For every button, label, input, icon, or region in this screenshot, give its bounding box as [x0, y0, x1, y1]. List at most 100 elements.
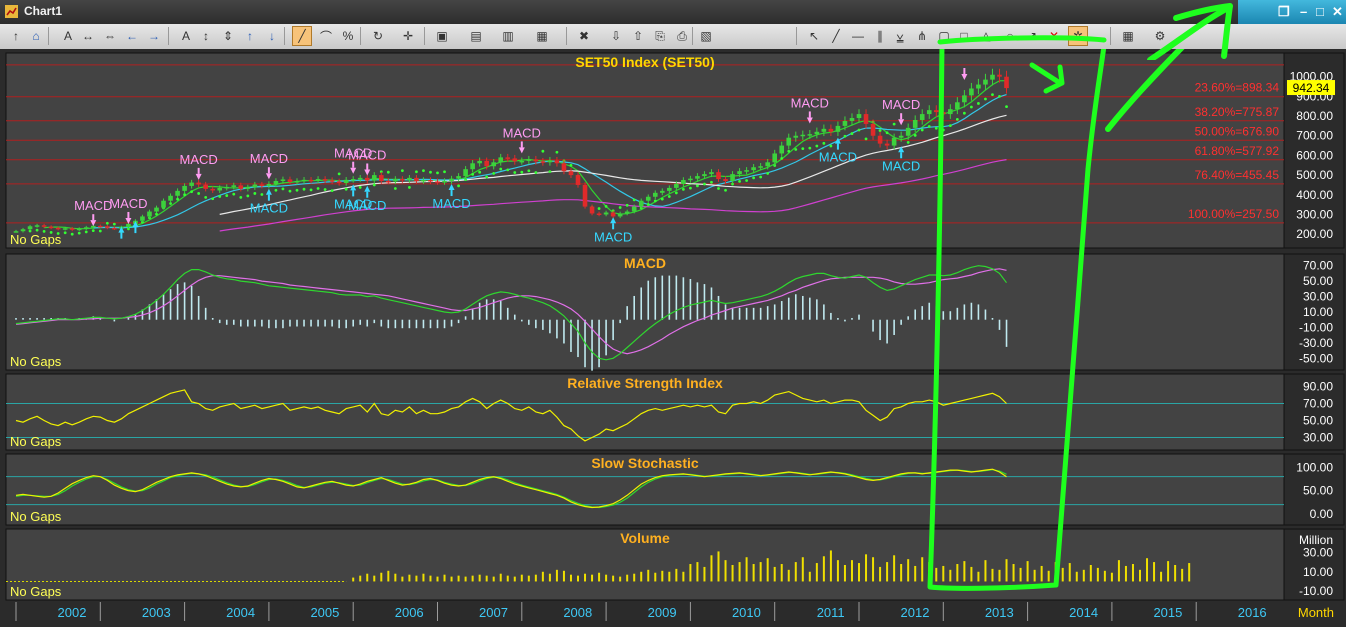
no-gaps-label: No Gaps — [10, 509, 62, 524]
sar-dot — [408, 186, 411, 189]
x-tick-label: 2016 — [1238, 605, 1267, 620]
signal-label: MACD — [819, 150, 857, 165]
candle-body — [175, 190, 180, 196]
candle-body — [456, 176, 461, 179]
sar-dot — [597, 207, 601, 210]
sar-dot — [323, 188, 327, 191]
sar-dot — [738, 180, 741, 183]
candle-body — [561, 163, 567, 172]
sar-dot — [232, 192, 236, 196]
y-tick-label: 50.00 — [1303, 484, 1333, 498]
candle-body — [723, 179, 728, 182]
candle-body — [842, 120, 848, 126]
sar-dot — [906, 141, 910, 144]
candle-body — [322, 179, 328, 181]
sar-dot — [506, 168, 510, 172]
sar-dot — [829, 144, 833, 148]
sar-dot — [625, 203, 629, 207]
y-tick-label: 30.00 — [1303, 431, 1333, 445]
fib-label: 61.80%=577.92 — [1195, 144, 1280, 158]
candle-body — [997, 74, 1002, 77]
sar-dot — [211, 197, 215, 201]
sar-dot — [604, 205, 608, 208]
sar-dot — [843, 134, 847, 138]
sar-dot — [689, 186, 692, 190]
sar-dot — [176, 197, 179, 201]
sar-dot — [766, 172, 770, 175]
sar-dot — [667, 195, 671, 198]
sar-dot — [386, 170, 390, 174]
fib-label: 100.00%=257.50 — [1188, 207, 1279, 221]
sar-dot — [246, 194, 250, 198]
sar-dot — [471, 172, 475, 176]
candle-body — [716, 172, 721, 180]
candle-body — [828, 128, 834, 132]
sar-dot — [63, 231, 67, 235]
sar-dot — [393, 187, 397, 190]
candle-body — [933, 110, 939, 113]
candle-body — [168, 195, 173, 201]
candle-body — [505, 157, 511, 159]
candle-body — [800, 134, 806, 137]
candle-body — [386, 181, 391, 183]
fib-label: 23.60%=898.34 — [1195, 81, 1280, 95]
candle-body — [336, 181, 342, 183]
candle-body — [203, 184, 208, 189]
candle-body — [814, 131, 820, 135]
candle-body — [652, 192, 658, 197]
candle-body — [98, 225, 103, 228]
candle-body — [280, 179, 286, 182]
sar-dot — [84, 230, 88, 234]
candle-body — [1004, 76, 1009, 89]
candle-body — [20, 229, 26, 232]
last-value-label: 942.34 — [1293, 81, 1330, 95]
sar-dot — [878, 129, 882, 133]
fib-label: 50.00%=676.90 — [1195, 124, 1280, 138]
sar-dot — [984, 97, 987, 101]
candle-body — [870, 123, 876, 136]
y-tick-label: 90.00 — [1303, 380, 1333, 394]
sar-dot — [794, 148, 798, 151]
candle-body — [519, 160, 525, 163]
sar-dot — [660, 197, 664, 201]
sar-dot — [330, 189, 334, 193]
y-tick-label: 50.00 — [1303, 274, 1333, 288]
sar-dot — [337, 172, 341, 176]
sar-dot — [885, 131, 889, 135]
candle-body — [498, 157, 504, 163]
sar-dot — [653, 199, 657, 203]
sar-dot — [492, 172, 496, 175]
sar-dot — [415, 170, 418, 174]
sar-dot — [422, 169, 425, 173]
candle-body — [329, 180, 335, 182]
sar-dot — [1005, 105, 1008, 109]
sar-dot — [927, 125, 931, 128]
sar-dot — [309, 188, 313, 192]
sar-dot — [724, 188, 727, 192]
candle-body — [667, 187, 672, 191]
candle-body — [287, 179, 293, 182]
sar-dot — [281, 187, 285, 191]
sar-dot — [225, 194, 229, 197]
candle-body — [533, 159, 539, 162]
candle-body — [905, 127, 911, 136]
sar-dot — [703, 182, 706, 186]
candle-body — [41, 225, 47, 227]
candle-body — [554, 160, 560, 164]
candle-body — [596, 213, 602, 215]
candle-body — [540, 161, 546, 163]
sar-dot — [295, 188, 299, 192]
pane-rsi: 30.00 50.00 70.00 90.00 Relative Strength In… — [5, 373, 1345, 451]
sar-dot — [948, 124, 952, 127]
signal-label: MACD — [882, 158, 920, 173]
sar-dot — [977, 102, 980, 105]
sar-dot — [569, 163, 573, 167]
y-tick-label: 70.00 — [1303, 397, 1333, 411]
candle-body — [709, 172, 714, 175]
sar-dot — [190, 190, 194, 194]
y-tick-label: 500.00 — [1296, 168, 1333, 182]
x-tick-label: 2010 — [732, 605, 761, 620]
sar-dot — [520, 170, 524, 174]
candle-body — [772, 153, 777, 163]
candle-body — [83, 227, 89, 229]
